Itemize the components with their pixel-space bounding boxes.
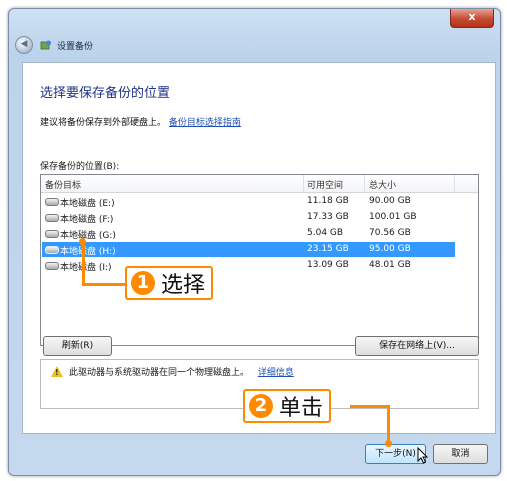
drive-free: 11.18 GB: [307, 196, 349, 206]
backup-destination-list[interactable]: 备份目标 可用空间 总大小 本地磁盘 (E:) 11.18 GB 90.00 G…: [40, 174, 479, 346]
drive-free: 17.33 GB: [307, 212, 349, 222]
step1-connector-line: [82, 283, 126, 286]
subtitle-text: 建议将备份保存到外部硬盘上。: [40, 118, 167, 128]
window-title: 设置备份: [57, 41, 94, 52]
drive-total: 100.01 GB: [369, 212, 417, 222]
wizard-content: 选择要保存备份的位置 建议将备份保存到外部硬盘上。 备份目标选择指南 保存备份的…: [22, 62, 496, 434]
drive-name: 本地磁盘 (I:): [60, 263, 112, 273]
column-divider: [364, 175, 365, 192]
title-bar: ◀ 设置备份: [15, 35, 492, 55]
backup-app-icon: [40, 40, 51, 50]
close-button[interactable]: x: [450, 9, 494, 28]
drive-free: 23.15 GB: [307, 244, 349, 254]
drive-icon: [45, 230, 59, 238]
cancel-button[interactable]: 取消: [433, 444, 488, 464]
step1-connector-line: [82, 242, 85, 286]
page-title: 选择要保存备份的位置: [40, 86, 171, 101]
back-arrow-icon: ◀: [20, 39, 28, 49]
refresh-button[interactable]: 刷新(R): [43, 336, 112, 356]
step2-callout: 2 单击: [243, 389, 332, 423]
table-row[interactable]: 本地磁盘 (F:) 17.33 GB 100.01 GB: [42, 210, 455, 225]
column-header-target[interactable]: 备份目标: [45, 178, 81, 191]
drive-total: 70.56 GB: [369, 228, 411, 238]
details-link[interactable]: 详细信息: [258, 368, 294, 378]
location-label: 保存备份的位置(B):: [40, 162, 120, 172]
table-row[interactable]: 本地磁盘 (G:) 5.04 GB 70.56 GB: [42, 226, 455, 241]
column-header-total[interactable]: 总大小: [369, 178, 396, 191]
column-divider: [303, 175, 304, 192]
drive-name: 本地磁盘 (G:): [60, 231, 116, 241]
warning-message: 此驱动器与系统驱动器在同一个物理磁盘上。 详细信息: [69, 365, 294, 378]
drive-icon: [45, 198, 59, 206]
table-row-selected[interactable]: 本地磁盘 (H:) 23.15 GB 95.00 GB: [42, 242, 455, 257]
step1-label: 选择: [161, 273, 206, 298]
warning-icon: !: [51, 366, 63, 377]
step2-number: 2: [249, 394, 273, 418]
drive-icon: [45, 262, 59, 270]
help-link[interactable]: 备份目标选择指南: [169, 118, 241, 128]
drive-icon: [45, 246, 59, 254]
drive-name: 本地磁盘 (H:): [60, 247, 116, 257]
close-icon: x: [468, 10, 476, 23]
table-row[interactable]: 本地磁盘 (E:) 11.18 GB 90.00 GB: [42, 194, 455, 209]
drive-total: 48.01 GB: [369, 260, 411, 270]
table-row[interactable]: 本地磁盘 (I:) 13.09 GB 48.01 GB: [42, 258, 455, 273]
drive-free: 5.04 GB: [307, 228, 344, 238]
drive-total: 95.00 GB: [369, 244, 411, 254]
drive-free: 13.09 GB: [307, 260, 349, 270]
step2-connector-line: [387, 405, 390, 443]
mouse-cursor-icon: [417, 447, 429, 464]
back-button[interactable]: ◀: [15, 36, 33, 54]
step1-number: 1: [131, 271, 155, 295]
drive-name: 本地磁盘 (F:): [60, 215, 114, 225]
save-on-network-button[interactable]: 保存在网络上(V)...: [355, 336, 479, 356]
warning-text: 此驱动器与系统驱动器在同一个物理磁盘上。: [69, 368, 250, 378]
step1-callout: 1 选择: [125, 266, 214, 300]
step2-marker-dot: [385, 440, 392, 447]
drive-icon: [45, 214, 59, 222]
page-subtitle: 建议将备份保存到外部硬盘上。 备份目标选择指南: [40, 115, 241, 128]
column-header-free[interactable]: 可用空间: [307, 178, 343, 191]
drive-total: 90.00 GB: [369, 196, 411, 206]
drive-name: 本地磁盘 (E:): [60, 199, 115, 209]
step2-label: 单击: [279, 396, 324, 421]
column-divider: [454, 175, 455, 192]
list-header: 备份目标 可用空间 总大小: [41, 175, 478, 193]
step2-connector-line: [350, 405, 390, 408]
